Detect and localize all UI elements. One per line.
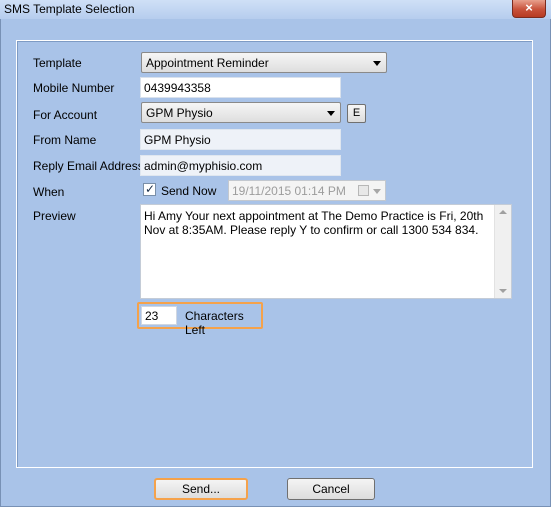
preview-scrollbar[interactable]	[494, 205, 511, 298]
characters-left-label: Characters Left	[185, 309, 244, 337]
for-account-label: For Account	[33, 108, 98, 122]
when-label: When	[33, 185, 65, 199]
from-name-field[interactable]: GPM Physio	[140, 129, 341, 150]
account-select-value: GPM Physio	[146, 106, 213, 120]
characters-left-group: 23 Characters Left	[137, 302, 263, 337]
preview-textarea[interactable]: Hi Amy Your next appointment at The Demo…	[140, 204, 512, 299]
chevron-down-icon	[373, 189, 381, 194]
chevron-down-icon	[373, 61, 381, 66]
mobile-number-label: Mobile Number	[33, 81, 115, 95]
chevron-down-icon	[327, 111, 335, 116]
edit-account-button[interactable]: E	[347, 104, 366, 123]
close-button[interactable]: ×	[512, 0, 546, 18]
send-button[interactable]: Send...	[154, 478, 248, 500]
reply-email-field[interactable]: admin@myphisio.com	[140, 155, 341, 176]
template-select-value: Appointment Reminder	[146, 56, 269, 70]
checkmark-icon: ✓	[145, 182, 156, 196]
calendar-icon	[358, 185, 369, 196]
send-datetime-picker[interactable]: 19/11/2015 01:14 PM	[228, 180, 386, 201]
window-title: SMS Template Selection	[4, 2, 135, 16]
template-select[interactable]: Appointment Reminder	[141, 52, 387, 73]
close-icon: ×	[525, 0, 533, 15]
preview-label: Preview	[33, 209, 76, 223]
preview-text: Hi Amy Your next appointment at The Demo…	[144, 209, 484, 237]
send-datetime-value: 19/11/2015 01:14 PM	[232, 184, 346, 198]
scroll-up-icon[interactable]	[499, 210, 507, 214]
template-label: Template	[33, 56, 82, 70]
mobile-number-input[interactable]: 0439943358	[140, 77, 341, 98]
send-now-label: Send Now	[161, 184, 217, 198]
scroll-down-icon[interactable]	[499, 289, 507, 293]
reply-email-label: Reply Email Address	[33, 159, 144, 173]
characters-left-count: 23	[141, 306, 177, 325]
title-bar: SMS Template Selection ×	[0, 0, 551, 19]
from-name-label: From Name	[33, 133, 97, 147]
send-now-checkbox[interactable]: ✓	[143, 182, 156, 196]
account-select[interactable]: GPM Physio	[141, 102, 341, 123]
cancel-button[interactable]: Cancel	[287, 478, 375, 500]
